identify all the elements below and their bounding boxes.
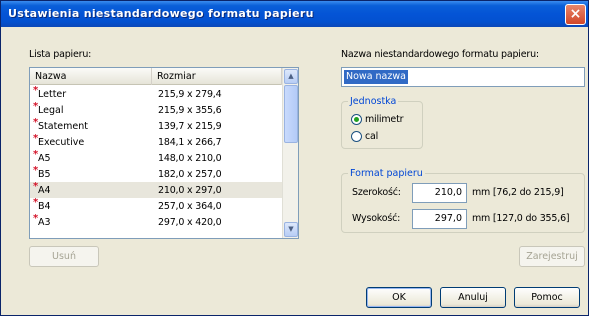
- scrollbar-thumb[interactable]: [284, 85, 298, 143]
- ok-button[interactable]: OK: [366, 287, 432, 308]
- paper-list-row[interactable]: * A4 210,0 x 297,0: [30, 181, 282, 198]
- width-label: Szerokość:: [352, 187, 401, 198]
- unit-mm-label[interactable]: milimetr: [365, 114, 404, 125]
- width-range: mm [76,2 do 215,9]: [472, 187, 564, 198]
- title-bar[interactable]: Ustawienia niestandardowego formatu papi…: [1, 1, 588, 27]
- custom-name-label: Nazwa niestandardowego formatu papieru:: [341, 49, 539, 60]
- custom-name-input[interactable]: Nowa nazwa: [341, 67, 585, 87]
- width-input[interactable]: 210,0: [412, 183, 467, 203]
- paper-name: Executive: [38, 137, 85, 148]
- column-header-name[interactable]: Nazwa: [30, 68, 152, 85]
- height-input[interactable]: 297,0: [412, 209, 467, 229]
- close-button[interactable]: ×: [565, 4, 586, 25]
- paper-size: 184,1 x 266,7: [158, 137, 222, 148]
- paper-size: 215,9 x 355,6: [158, 105, 222, 116]
- paper-size: 297,0 x 420,0: [158, 217, 222, 228]
- paper-format-group-title: Format papieru: [348, 168, 425, 179]
- paper-size: 215,9 x 279,4: [158, 89, 222, 100]
- paper-list-row[interactable]: * Letter 215,9 x 279,4: [30, 85, 282, 102]
- scroll-down-button[interactable]: ▼: [284, 222, 298, 237]
- paper-name: A3: [38, 217, 51, 228]
- paper-name: B5: [38, 169, 51, 180]
- paper-name: Letter: [38, 89, 67, 100]
- paper-list-scrollbar[interactable]: ▲ ▼: [282, 68, 298, 238]
- paper-format-group: Format papieru Szerokość: 210,0 mm [76,2…: [341, 168, 585, 233]
- paper-list-row[interactable]: * B4 257,0 x 364,0: [30, 197, 282, 214]
- paper-size: 139,7 x 215,9: [158, 121, 222, 132]
- paper-name: A4: [38, 185, 51, 196]
- paper-list-row[interactable]: * Statement 139,7 x 215,9: [30, 117, 282, 134]
- paper-list-row[interactable]: * A3 297,0 x 420,0: [30, 213, 282, 230]
- unit-mm-radio[interactable]: [351, 114, 362, 125]
- height-label: Wysokość:: [352, 213, 401, 224]
- height-range: mm [127,0 do 355,6]: [472, 213, 570, 224]
- paper-size: 210,0 x 297,0: [158, 185, 222, 196]
- unit-inch-label[interactable]: cal: [365, 131, 378, 142]
- paper-list[interactable]: Nazwa Rozmiar * Letter 215,9 x 279,4 * Legal…: [29, 67, 299, 239]
- unit-inch-radio[interactable]: [351, 131, 362, 142]
- paper-list-row[interactable]: * A5 148,0 x 210,0: [30, 149, 282, 166]
- help-button[interactable]: Pomoc: [514, 287, 580, 308]
- custom-paper-dialog: Ustawienia niestandardowego formatu papi…: [0, 0, 589, 316]
- units-group-title: Jednostka: [348, 96, 399, 107]
- paper-list-row[interactable]: * B5 182,0 x 257,0: [30, 165, 282, 182]
- paper-size: 182,0 x 257,0: [158, 169, 222, 180]
- paper-list-row[interactable]: * Legal 215,9 x 355,6: [30, 101, 282, 118]
- cancel-button[interactable]: Anuluj: [440, 287, 506, 308]
- paper-size: 148,0 x 210,0: [158, 153, 222, 164]
- custom-name-value: Nowa nazwa: [344, 70, 408, 84]
- save-format-button[interactable]: Zarejestruj: [519, 246, 585, 267]
- paper-name: Legal: [38, 105, 64, 116]
- paper-name: B4: [38, 201, 51, 212]
- delete-button[interactable]: Usuń: [29, 246, 99, 267]
- paper-list-row[interactable]: * Executive 184,1 x 266,7: [30, 133, 282, 150]
- paper-name: Statement: [38, 121, 88, 132]
- window-title: Ustawienia niestandardowego formatu papi…: [8, 7, 314, 20]
- paper-name: A5: [38, 153, 51, 164]
- paper-list-rows: * Letter 215,9 x 279,4 * Legal 215,9 x 355,6 *…: [30, 85, 282, 230]
- paper-size: 257,0 x 364,0: [158, 201, 222, 212]
- column-header-size[interactable]: Rozmiar: [152, 68, 282, 85]
- paper-list-header: Nazwa Rozmiar: [30, 68, 282, 85]
- units-group: Jednostka milimetr cal: [341, 96, 423, 149]
- paper-list-label: Lista papieru:: [29, 49, 92, 60]
- close-icon: ×: [569, 6, 582, 22]
- scroll-up-button[interactable]: ▲: [284, 69, 298, 84]
